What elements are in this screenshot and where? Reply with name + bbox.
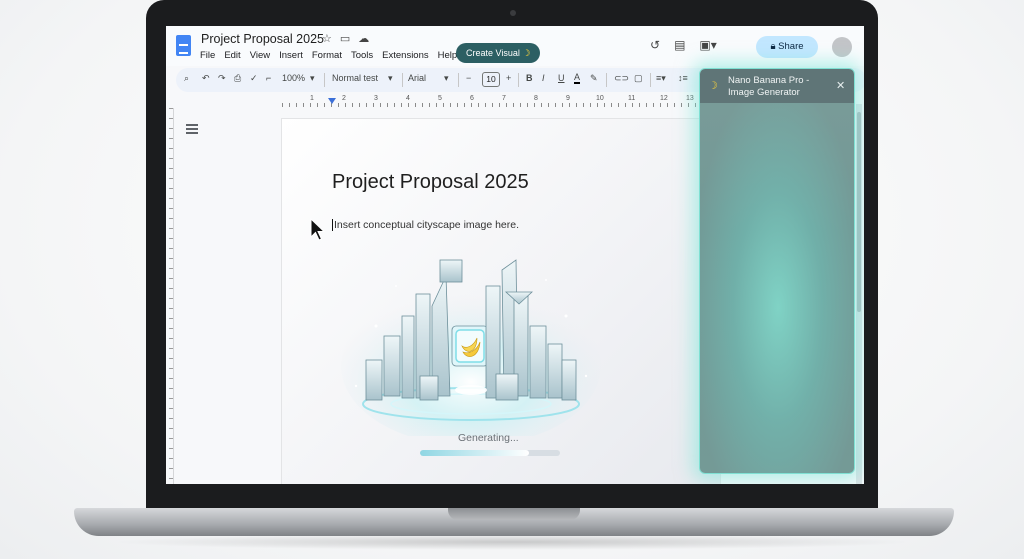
avatar[interactable] [832,37,852,57]
search-menus-icon[interactable]: ⌕ [184,73,189,84]
backdrop: Project Proposal 2025 ☆ ▭ ☁ File Edit Vi… [0,0,1024,559]
horizontal-ruler[interactable]: 1 2 3 4 5 6 7 8 9 10 11 12 13 [282,95,698,107]
ruler-label: 9 [566,95,570,102]
ruler-label: 11 [628,95,636,102]
document-title[interactable]: Project Proposal 2025 [201,32,324,46]
create-visual-button[interactable]: Create Visual ☽ [456,43,541,63]
generation-progress-bar [420,450,560,456]
undo-icon[interactable]: ↶ [202,73,210,84]
toolbar-divider [324,73,325,87]
highlight-icon[interactable]: ✎ [590,73,598,84]
ruler-label: 8 [534,95,538,102]
panel-title: Nano Banana Pro - Image Generator [728,75,810,98]
document-outline-icon[interactable] [186,124,198,134]
toolbar-divider [650,73,651,87]
panel-body [700,103,854,473]
version-history-icon[interactable]: ↺ [650,38,660,52]
ruler-label: 10 [596,95,604,102]
redo-icon[interactable]: ↷ [218,73,226,84]
header-actions: ↺ ▤ ▣▾ [650,38,717,52]
banana-icon: ☽ [522,48,531,58]
increase-font-size-button[interactable]: + [506,73,511,83]
menu-file[interactable]: File [200,50,215,61]
chevron-down-icon: ▾ [444,73,449,83]
toolbar-divider [606,73,607,87]
ruler-label: 3 [374,95,378,102]
webcam [510,10,516,16]
ruler-label: 7 [502,95,506,102]
create-visual-label: Create Visual [466,48,520,58]
banana-icon: ☽ [708,80,718,92]
scrollbar-thumb[interactable] [857,112,861,312]
ruler-label: 6 [470,95,474,102]
title-actions: ☆ ▭ ☁ [322,32,369,45]
share-button[interactable]: 🔒︎ Share [756,36,818,58]
menu-format[interactable]: Format [312,50,342,61]
generation-status: Generating... [458,432,519,444]
star-icon[interactable]: ☆ [322,32,332,45]
lock-icon: 🔒︎ [770,41,776,52]
image-placeholder-text[interactable]: Insert conceptual cityscape image here. [332,219,519,231]
zoom-select[interactable]: 100% [282,73,305,83]
ruler-label: 13 [686,95,694,102]
move-folder-icon[interactable]: ▭ [340,32,350,45]
meet-icon[interactable]: ▣▾ [699,38,716,52]
menu-extensions[interactable]: Extensions [382,50,428,61]
bold-button[interactable]: B [526,73,533,83]
progress-fill [420,450,530,456]
chevron-down-icon: ▾ [310,73,315,83]
close-icon[interactable]: ✕ [836,79,845,92]
menu-insert[interactable]: Insert [279,50,303,61]
underline-button[interactable]: U [558,73,565,83]
text-color-button[interactable]: A [574,73,581,84]
decrease-font-size-button[interactable]: − [466,73,471,83]
ruler-ticks [282,103,698,107]
ruler-label: 12 [660,95,668,102]
ruler-label: 4 [406,95,410,102]
toolbar-divider [402,73,403,87]
menu-tools[interactable]: Tools [351,50,373,61]
link-icon[interactable]: ⊂⊃ [614,73,629,84]
add-comment-icon[interactable]: ▢ [634,73,643,84]
indent-marker[interactable] [328,98,336,104]
menu-view[interactable]: View [250,50,270,61]
mouse-pointer-icon [310,218,326,241]
document-heading[interactable]: Project Proposal 2025 [332,171,529,194]
docs-window: Project Proposal 2025 ☆ ▭ ☁ File Edit Vi… [166,26,864,484]
comments-icon[interactable]: ▤ [674,38,685,52]
ruler-label: 1 [310,95,314,102]
paint-format-icon[interactable]: ⌐ [266,73,271,83]
menu-help[interactable]: Help [438,50,458,61]
menu-bar: File Edit View Insert Format Tools Exten… [200,50,457,61]
font-select[interactable]: Arial [408,73,426,83]
menu-edit[interactable]: Edit [224,50,240,61]
ruler-label: 2 [342,95,346,102]
italic-button[interactable]: I [542,73,545,83]
paragraph-style-select[interactable]: Normal test [332,73,378,83]
laptop-hinge-notch [448,508,580,520]
spellcheck-icon[interactable]: ✓ [250,73,258,84]
print-icon[interactable]: ⎙ [234,73,241,84]
font-size-input[interactable]: 10 [482,72,500,87]
title-bar: Project Proposal 2025 ☆ ▭ ☁ File Edit Vi… [166,26,864,66]
panel-header: ☽ Nano Banana Pro - Image Generator ✕ [700,69,854,103]
align-icon[interactable]: ≡▾ [656,73,666,84]
share-label: Share [778,41,804,52]
toolbar-divider [458,73,459,87]
docs-logo-icon[interactable] [176,35,191,56]
image-generator-panel: ☽ Nano Banana Pro - Image Generator ✕ [699,68,855,474]
line-spacing-icon[interactable]: ↕≡ [678,73,688,83]
laptop-shadow [110,534,914,550]
ruler-label: 5 [438,95,442,102]
vertical-ruler[interactable] [166,108,174,484]
toolbar-divider [518,73,519,87]
cityscape-illustration [341,259,601,436]
cloud-status-icon[interactable]: ☁ [358,32,369,45]
chevron-down-icon: ▾ [388,73,393,83]
